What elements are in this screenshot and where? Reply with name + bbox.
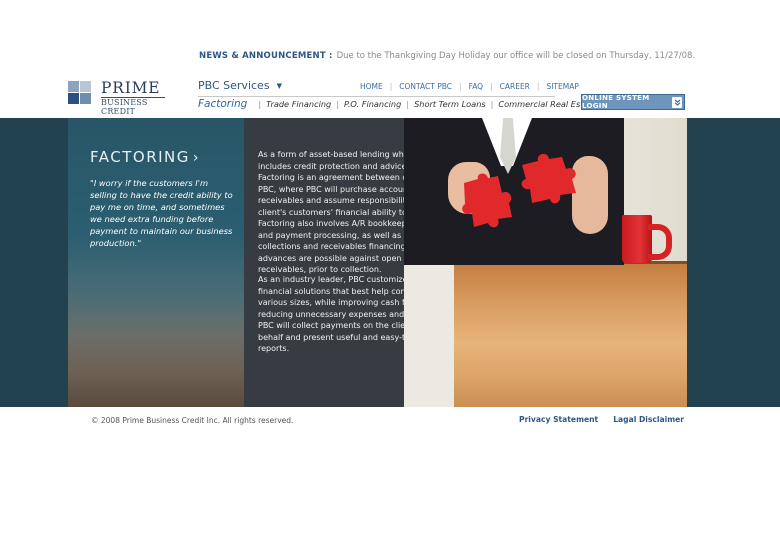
wooden-table xyxy=(454,264,687,407)
services-subnav: Factoring | Trade Financing | P.O. Financing… xyxy=(198,98,619,110)
news-announcement: NEWS & ANNOUNCEMENT : Due to the Thankgiv… xyxy=(199,51,695,61)
page-title: FACTORING › xyxy=(90,148,200,166)
privacy-statement-link[interactable]: Privacy Statement xyxy=(519,415,598,424)
logo-mark-icon xyxy=(68,81,92,105)
login-label: ONLINE SYSTEM LOGIN xyxy=(582,94,650,110)
hero-left-panel: FACTORING › "I worry if the customers I'm… xyxy=(68,118,244,407)
pbc-services-menu[interactable]: PBC Services ▼ xyxy=(198,79,282,92)
page-title-text: FACTORING xyxy=(90,148,190,166)
nav-separator: | xyxy=(459,82,462,91)
logo-subtitle: BUSINESS CREDIT xyxy=(101,98,148,116)
chevron-right-icon: › xyxy=(192,150,200,166)
news-text: Due to the Thankgiving Day Holiday our o… xyxy=(336,51,696,61)
nav-separator: | xyxy=(389,82,393,91)
nav-separator: | xyxy=(536,82,540,91)
logo-name: PRIME xyxy=(101,79,161,97)
businessman-puzzle-photo xyxy=(404,118,687,407)
nav-contact-pbc[interactable]: CONTACT PBC xyxy=(399,82,452,91)
prime-business-credit-logo[interactable]: PRIME BUSINESS CREDIT xyxy=(68,79,178,116)
nav-faq[interactable]: FAQ xyxy=(469,82,484,91)
subnav-separator: | xyxy=(258,99,262,109)
top-navigation: HOME | CONTACT PBC | FAQ | CAREER | SITEMAP xyxy=(360,82,579,91)
subnav-separator: | xyxy=(406,99,410,109)
subnav-factoring[interactable]: Factoring xyxy=(198,98,247,110)
chevron-down-icon xyxy=(672,96,682,108)
customer-quote: "I worry if the customers I'm selling to… xyxy=(90,178,233,248)
online-system-login-button[interactable]: ONLINE SYSTEM LOGIN xyxy=(581,94,685,110)
subnav-trade-financing[interactable]: Trade Financing xyxy=(266,99,331,109)
subnav-separator: | xyxy=(490,99,494,109)
legal-disclaimer-link[interactable]: Lagal Disclaimer xyxy=(613,415,684,424)
puzzle-piece-icon xyxy=(521,153,576,204)
pbc-services-label: PBC Services xyxy=(198,79,270,92)
nav-sitemap[interactable]: SITEMAP xyxy=(546,82,578,91)
news-label: NEWS & ANNOUNCEMENT : xyxy=(199,51,333,61)
services-caret-icon: ▼ xyxy=(276,82,282,90)
nav-home[interactable]: HOME xyxy=(360,82,383,91)
nav-separator: | xyxy=(490,82,493,91)
footer-links: Privacy Statement Lagal Disclaimer xyxy=(519,415,684,424)
hero-banner: FACTORING › "I worry if the customers I'm… xyxy=(0,118,780,407)
copyright-text: © 2008 Prime Business Credit Inc. All ri… xyxy=(91,416,294,425)
nav-career[interactable]: CAREER xyxy=(500,82,530,91)
subnav-po-financing[interactable]: P.O. Financing xyxy=(344,99,401,109)
services-divider xyxy=(198,96,555,97)
subnav-short-term-loans[interactable]: Short Term Loans xyxy=(414,99,486,109)
puzzle-piece-icon xyxy=(462,173,512,228)
subnav-separator: | xyxy=(336,99,340,109)
